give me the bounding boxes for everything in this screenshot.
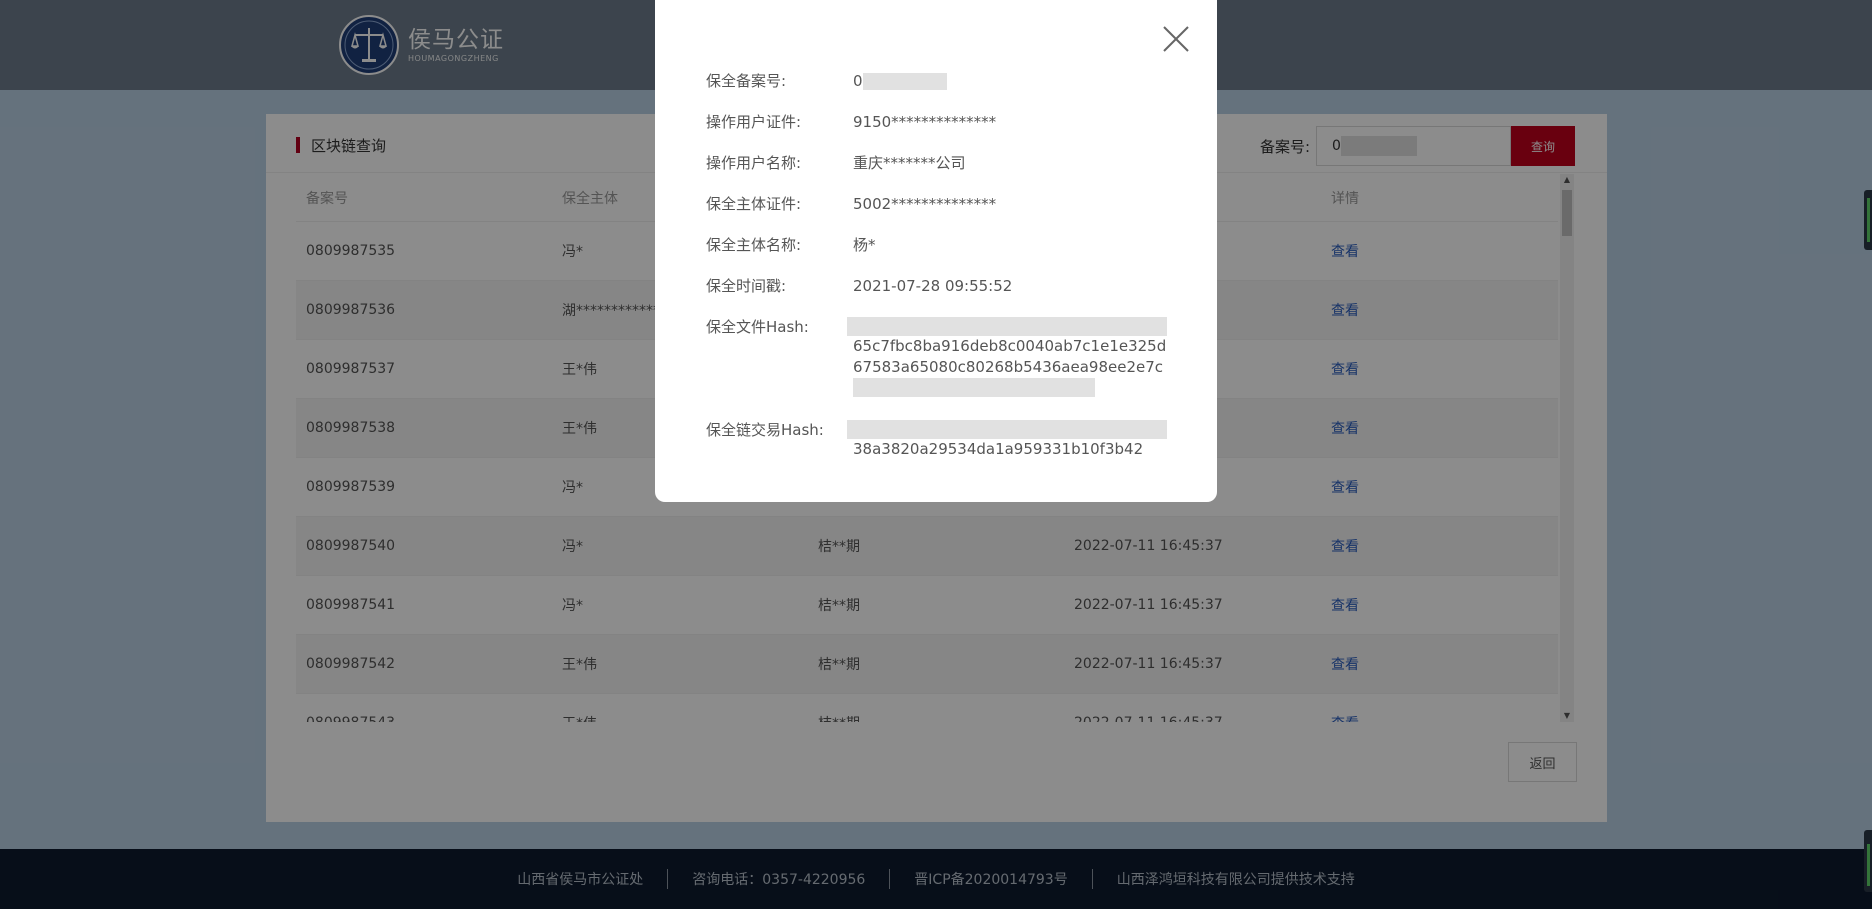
tx-hash-value: 38a3820a29534da1a959331b10f3b42 <box>847 420 1173 460</box>
tx-hash-line: 38a3820a29534da1a959331b10f3b42 <box>853 440 1144 458</box>
record-detail-modal: 保全备案号: 0 操作用户证件: 9150************** 操作用户… <box>655 0 1217 502</box>
field-timestamp: 保全时间戳: 2021-07-28 09:55:52 <box>706 276 1012 296</box>
close-icon[interactable] <box>1161 24 1191 54</box>
redacted-mask <box>847 420 1167 439</box>
field-label: 保全文件Hash: <box>706 318 809 336</box>
field-label: 操作用户名称: <box>706 154 802 172</box>
field-value: 0 <box>853 71 947 91</box>
field-record-number: 保全备案号: 0 <box>706 71 947 91</box>
file-hash-value: 65c7fbc8ba916deb8c0040ab7c1e1e325d 67583… <box>847 317 1173 397</box>
field-file-hash: 保全文件Hash: 65c7fbc8ba916deb8c0040ab7c1e1e… <box>706 317 1173 397</box>
subject-name-value: 杨* <box>853 236 876 254</box>
field-label: 保全链交易Hash: <box>706 421 824 439</box>
field-label: 保全主体证件: <box>706 195 802 213</box>
timestamp-value: 2021-07-28 09:55:52 <box>853 277 1013 295</box>
field-subject-id: 保全主体证件: 5002************** <box>706 194 996 214</box>
redacted-mask <box>862 73 947 90</box>
field-label: 操作用户证件: <box>706 113 802 131</box>
operator-name-value: 重庆*******公司 <box>853 154 966 172</box>
record-number-value: 0 <box>853 72 863 90</box>
redacted-mask <box>847 317 1167 336</box>
operator-id-value: 9150************** <box>853 113 997 131</box>
file-hash-line: 65c7fbc8ba916deb8c0040ab7c1e1e325d <box>853 337 1167 355</box>
field-label: 保全备案号: <box>706 72 787 90</box>
field-operator-id: 操作用户证件: 9150************** <box>706 112 996 132</box>
field-subject-name: 保全主体名称: 杨* <box>706 235 876 255</box>
field-tx-hash: 保全链交易Hash: 38a3820a29534da1a959331b10f3b… <box>706 420 1173 460</box>
subject-id-value: 5002************** <box>853 195 997 213</box>
file-hash-line: 67583a65080c80268b5436aea98ee2e7c <box>853 358 1164 376</box>
field-label: 保全时间戳: <box>706 277 787 295</box>
field-operator-name: 操作用户名称: 重庆*******公司 <box>706 153 966 173</box>
field-label: 保全主体名称: <box>706 236 802 254</box>
redacted-mask <box>853 378 1095 397</box>
